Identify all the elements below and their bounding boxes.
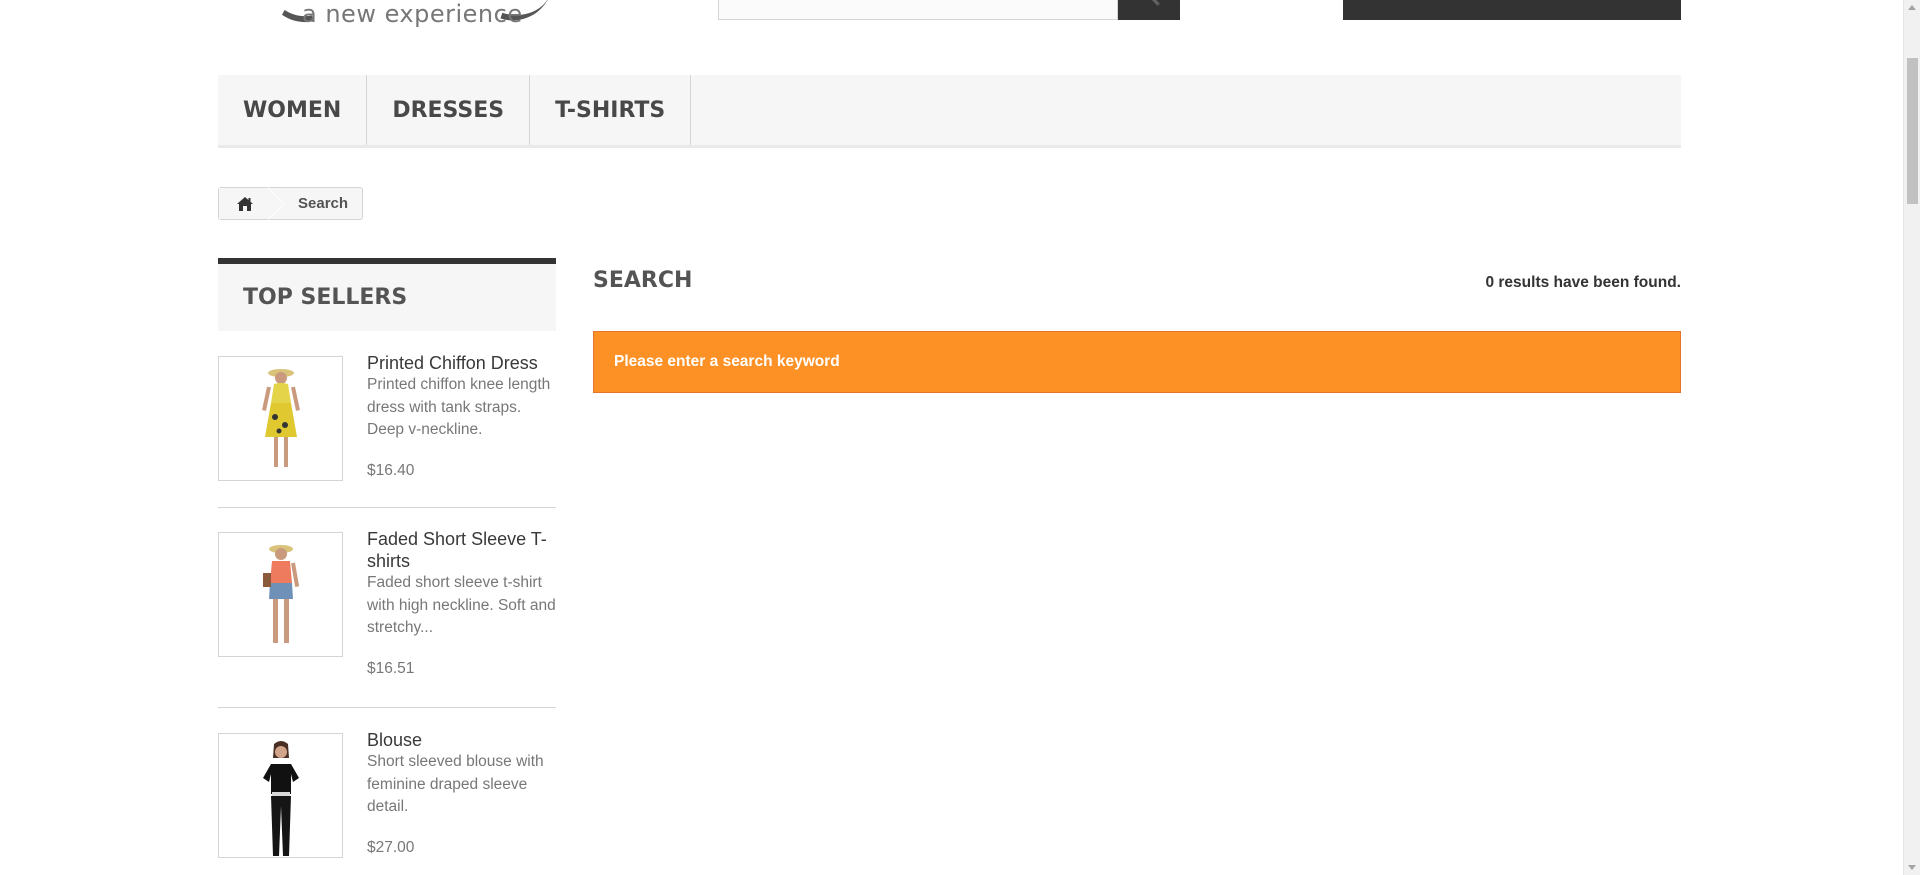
page-title: Search (593, 268, 693, 293)
product-description: Faded short sleeve t-shirt with high nec… (367, 574, 556, 636)
breadcrumb-home-link[interactable] (219, 188, 271, 219)
product-description: Short sleeved blouse with feminine drape… (367, 753, 544, 815)
separator (218, 507, 556, 508)
product-name-link[interactable]: Blouse (367, 729, 559, 751)
scroll-thumb[interactable] (1907, 58, 1918, 204)
product-photo-orange-tshirt[interactable] (218, 532, 343, 657)
product-name-link[interactable]: Printed Chiffon Dress (367, 352, 559, 374)
search-submit-button[interactable]: 🔍 (1118, 0, 1180, 20)
alert-warning: Please enter a search keyword (593, 331, 1681, 393)
home-icon (237, 196, 253, 211)
scroll-down-arrow-icon[interactable] (1908, 865, 1916, 870)
menu-item-tshirts[interactable]: T-shirts (530, 75, 692, 145)
product-photo-black-blouse[interactable] (218, 733, 343, 858)
top-menu: Women Dresses T-shirts (218, 75, 1681, 148)
cart-button[interactable] (1343, 0, 1681, 20)
dress-figure-icon (262, 369, 300, 467)
tshirt-figure-icon (263, 545, 300, 643)
block-title[interactable]: Top sellers (218, 258, 556, 331)
search-icon: 🔍 (1137, 0, 1162, 7)
product-photo-yellow-dress[interactable] (218, 356, 343, 481)
results-count: 0 results have been found. (1485, 274, 1681, 291)
breadcrumb: Search (218, 187, 364, 220)
product-name-link[interactable]: Faded Short Sleeve T-shirts (367, 528, 559, 572)
separator (218, 707, 556, 708)
blouse-figure-icon (263, 741, 299, 856)
scroll-up-arrow-icon[interactable] (1908, 5, 1916, 10)
product-price: $16.40 (367, 462, 415, 479)
product-price: $27.00 (367, 839, 415, 856)
menu-item-dresses[interactable]: Dresses (367, 75, 531, 145)
vertical-scrollbar[interactable] (1903, 0, 1920, 875)
logo-tagline[interactable]: a new experience (302, 0, 523, 28)
menu-item-women[interactable]: Women (218, 75, 368, 145)
top-sellers-block: Top sellers Printed Chiffon Dr (218, 258, 556, 858)
search-input[interactable] (718, 0, 1118, 20)
product-description: Printed chiffon knee length dress with t… (367, 376, 551, 438)
product-price: $16.51 (367, 660, 415, 677)
page: a new experience 🔍 Women Dresses T-shirt… (0, 0, 1920, 875)
